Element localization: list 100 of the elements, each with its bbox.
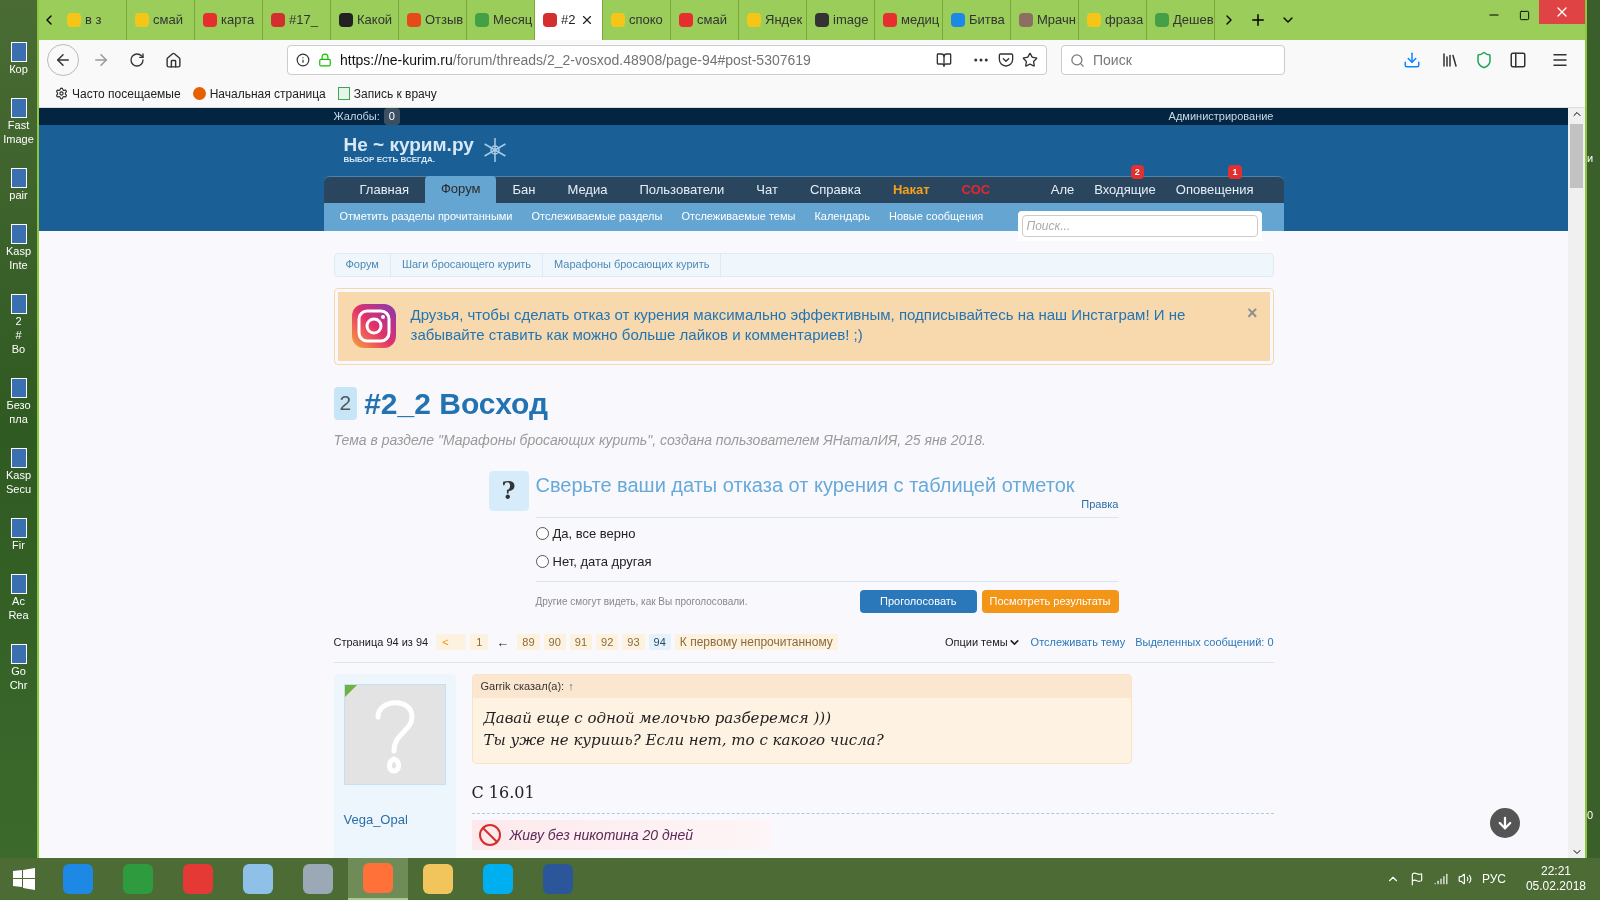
- site-favicon-icon: [951, 13, 965, 27]
- search-field[interactable]: Поиск: [1061, 45, 1285, 75]
- user-nav-link[interactable]: Оповещения: [1175, 179, 1254, 200]
- app-icon: [483, 864, 513, 894]
- site-favicon-icon: [203, 13, 217, 27]
- close-icon[interactable]: [580, 13, 594, 27]
- scrollbar-thumb[interactable]: [1570, 124, 1583, 188]
- clock[interactable]: 22:21 05.02.2018: [1525, 864, 1586, 894]
- nav-tab[interactable]: Чат: [740, 176, 794, 203]
- thread-title: #2_2 Восход: [364, 385, 549, 422]
- bookmark-item[interactable]: Запись к врачу: [337, 84, 437, 103]
- site-favicon-icon: [271, 13, 285, 27]
- desktop-icon-label: Кор: [8, 62, 29, 76]
- nav-tab[interactable]: Бан: [496, 176, 552, 203]
- user-nav-link[interactable]: Але: [1050, 179, 1075, 200]
- shortcut-icon[interactable]: [10, 518, 27, 538]
- library-icon[interactable]: [1441, 51, 1459, 69]
- nav-tab[interactable]: Медиа: [551, 176, 624, 203]
- post-author-name[interactable]: Vega_Opal: [343, 810, 446, 830]
- page-gap-arrow: ←: [495, 633, 511, 652]
- bookmark-item[interactable]: Начальная страница: [192, 84, 326, 103]
- complaints-label: Жалобы:: [333, 109, 380, 124]
- thread-options-dropdown[interactable]: Опции темы: [944, 634, 1021, 651]
- complaints-count[interactable]: 0: [383, 108, 400, 125]
- scrollbar[interactable]: [1568, 108, 1585, 858]
- breadcrumb-link[interactable]: Форум: [334, 253, 391, 276]
- poll-edit-link[interactable]: Правка: [1081, 496, 1119, 511]
- tab-title: смай: [697, 11, 727, 30]
- site-search-field[interactable]: Поиск...: [1021, 214, 1258, 237]
- download-icon[interactable]: [1403, 51, 1421, 69]
- desktop-icon-label: Fir: [11, 538, 26, 552]
- nav-tab[interactable]: Справка: [793, 176, 877, 203]
- page-button[interactable]: 1: [470, 634, 489, 651]
- shortcut-icon[interactable]: [10, 224, 27, 244]
- shortcut-icon[interactable]: [10, 448, 27, 468]
- user-nav-link[interactable]: Входящие: [1094, 179, 1156, 200]
- instagram-logo-icon: [349, 301, 398, 350]
- site-favicon-icon: [1087, 13, 1101, 27]
- page-button[interactable]: 90: [543, 634, 566, 651]
- page-button[interactable]: 93: [622, 634, 645, 651]
- site-favicon-icon: [815, 13, 829, 27]
- bookmark-item[interactable]: Часто посещаемые: [55, 84, 181, 103]
- shortcut-icon[interactable]: [10, 168, 27, 188]
- thread-prefix: 2: [333, 386, 358, 420]
- first-unread-button[interactable]: К первому непрочитанному: [674, 634, 838, 651]
- site-favicon-icon: [1019, 13, 1033, 27]
- nav-tab[interactable]: Форум: [425, 175, 497, 203]
- site-favicon-icon: [475, 13, 489, 27]
- tab-title: Какой: [357, 11, 393, 30]
- shortcut-icon[interactable]: [10, 294, 27, 314]
- desktop-icon-label: и: [1587, 151, 1595, 166]
- app-icon: [123, 864, 153, 894]
- tab-title: Отзыв: [425, 11, 464, 30]
- address-bar[interactable]: https://ne-kurim.ru/forum/threads/2_2-vosxod.48908/page-94#post-5307619: [287, 45, 1047, 75]
- flag-icon[interactable]: [1409, 872, 1424, 886]
- app-icon: [303, 864, 333, 894]
- search-input[interactable]: Поиск: [1093, 49, 1263, 71]
- info-icon[interactable]: [296, 53, 310, 67]
- home-icon: [164, 51, 182, 69]
- shield-icon[interactable]: [1475, 51, 1493, 69]
- shortcut-icon[interactable]: [10, 574, 27, 594]
- admin-link[interactable]: Администрирование: [1168, 108, 1274, 125]
- page-button[interactable]: 91: [569, 634, 593, 651]
- selected-posts-link[interactable]: Выделенных сообщений: 0: [1135, 634, 1274, 651]
- maximize-icon: [1518, 9, 1530, 21]
- watch-thread-link[interactable]: Отслеживать тему: [1030, 634, 1126, 651]
- page-button[interactable]: 92: [596, 634, 619, 651]
- scroll-down-button[interactable]: [1490, 808, 1520, 838]
- tab-title: #17_: [289, 11, 318, 30]
- shortcut-icon[interactable]: [10, 98, 27, 118]
- site-favicon-icon: [407, 13, 421, 27]
- shortcut-icon[interactable]: [10, 42, 27, 62]
- shortcut-icon[interactable]: [10, 378, 27, 398]
- network-icon[interactable]: [1433, 872, 1448, 886]
- breadcrumb-link[interactable]: Шаги бросающего курить: [390, 253, 544, 276]
- sidebar-icon[interactable]: [1509, 51, 1527, 69]
- vote-button[interactable]: Проголосовать: [860, 589, 977, 613]
- windows-logo-icon: [13, 868, 35, 890]
- volume-icon[interactable]: [1457, 872, 1472, 886]
- page-button[interactable]: 94: [648, 634, 671, 651]
- poll-radio[interactable]: [535, 555, 549, 569]
- breadcrumb-link[interactable]: Марафоны бросающих курить: [543, 253, 722, 276]
- shortcut-icon[interactable]: [10, 644, 27, 664]
- browser-tab[interactable]: #2: [535, 0, 603, 40]
- reader-view-icon[interactable]: [936, 52, 952, 68]
- site-logo[interactable]: Не ~ курим.ру ВЫБОР ЕСТЬ ВСЕГДА.: [343, 135, 508, 165]
- menu-icon[interactable]: [1551, 51, 1569, 69]
- page-button[interactable]: 89: [517, 634, 540, 651]
- pocket-icon[interactable]: [998, 52, 1014, 68]
- site-favicon-icon: [67, 13, 81, 27]
- tab-title: фраза: [1105, 11, 1144, 30]
- poll-radio[interactable]: [535, 526, 549, 540]
- quote-jump-link[interactable]: ↑: [568, 678, 574, 695]
- nav-tab[interactable]: Главная: [343, 176, 425, 203]
- nav-tab[interactable]: Накат: [876, 176, 946, 203]
- nav-tab[interactable]: Пользователи: [623, 176, 741, 203]
- bookmark-star-icon[interactable]: [1022, 52, 1038, 68]
- input-language[interactable]: РУС: [1481, 870, 1506, 888]
- site-favicon-icon: [679, 13, 693, 27]
- site-favicon-icon: [1155, 13, 1169, 27]
